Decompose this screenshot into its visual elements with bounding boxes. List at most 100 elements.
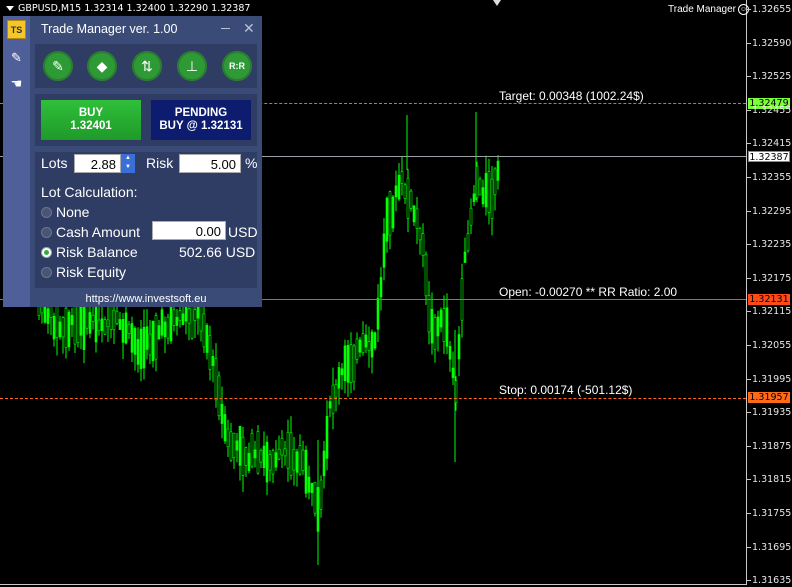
shift-marker-icon[interactable] [493, 0, 501, 6]
price-axis-label: 1.31815 [752, 474, 792, 486]
refresh-icon[interactable]: ⇅ [132, 51, 162, 81]
radio-cash-amount[interactable] [41, 227, 52, 238]
level-icon[interactable]: ⊥ [177, 51, 207, 81]
panel-side-strip: TS ✎ ☚ [3, 16, 30, 307]
candle-body [220, 403, 224, 424]
candle-body [349, 344, 353, 383]
price-axis-label: 1.31935 [752, 407, 792, 419]
candle-body [106, 319, 110, 328]
risk-input[interactable]: 5.00 [179, 154, 241, 173]
dropdown-triangle-icon[interactable] [6, 6, 14, 11]
candle-body [76, 304, 80, 343]
candle-body [385, 197, 389, 242]
candle-body [418, 228, 422, 241]
candle-body [193, 309, 197, 321]
candle-body [115, 310, 119, 324]
candle-body [160, 309, 164, 336]
candle-body [121, 318, 125, 343]
eraser-icon[interactable]: ◆ [87, 51, 117, 81]
candle-body [340, 368, 344, 376]
lots-input[interactable]: 2.88 [74, 154, 121, 173]
candle-body [352, 345, 356, 383]
current-price-tag: 1.32387 [748, 151, 790, 163]
buy-button[interactable]: BUY 1.32401 [41, 100, 141, 140]
candle-body [298, 445, 302, 475]
candle-body [322, 450, 326, 477]
candle-body [232, 432, 236, 458]
pending-buy-button[interactable]: PENDING BUY @ 1.32131 [151, 100, 251, 140]
axis-tick [746, 445, 751, 447]
candle-body [421, 233, 425, 256]
candle-body [154, 315, 158, 360]
candle-body [358, 339, 362, 353]
axis-tick [746, 143, 751, 145]
rr-icon[interactable]: R:R [222, 51, 252, 81]
axis-tick [746, 109, 751, 111]
candle-body [280, 437, 284, 456]
candle-body [379, 277, 383, 298]
candle-body [397, 174, 401, 200]
open-price-tag: 1.32131 [748, 294, 790, 305]
lots-spinner[interactable]: ▲ ▼ [121, 154, 135, 173]
candle-body [88, 312, 92, 334]
close-icon[interactable]: ✕ [243, 21, 255, 35]
candle-body [139, 328, 143, 369]
stop-line[interactable] [0, 398, 746, 399]
trade-row: BUY 1.32401 PENDING BUY @ 1.32131 [35, 94, 257, 146]
price-axis-label: 1.32590 [752, 37, 792, 49]
candle-body [247, 453, 251, 472]
candle-body [307, 476, 311, 493]
candle-body [370, 331, 374, 358]
candle-body [163, 321, 167, 338]
candle-body [70, 314, 74, 326]
radio-none[interactable] [41, 207, 52, 218]
candle-body [427, 295, 431, 333]
candle-body [127, 324, 131, 334]
logo-icon[interactable]: TS [7, 20, 26, 39]
candle-body [82, 306, 86, 351]
expert-advisor-label[interactable]: Trade Manager ☺ [668, 4, 749, 15]
candle-body [301, 449, 305, 471]
candle-body [445, 307, 449, 347]
candle-body [277, 448, 281, 460]
candle-body [295, 451, 299, 473]
candle-body [259, 450, 263, 463]
website-link[interactable]: https://www.investsoft.eu [30, 291, 262, 307]
candle-body [496, 160, 500, 181]
chart-window: GBPUSD,M15 1.32314 1.32400 1.32290 1.323… [0, 0, 792, 587]
option-risk-equity[interactable]: Risk Equity [56, 264, 126, 280]
candle-body [214, 358, 218, 401]
stop-price-tag: 1.31957 [748, 392, 790, 403]
symbol-header: GBPUSD,M15 1.32314 1.32400 1.32290 1.323… [6, 3, 250, 14]
axis-tick [746, 277, 751, 279]
candle-body [238, 425, 242, 466]
lots-label: Lots [41, 155, 68, 171]
candle-body [268, 454, 272, 471]
candle-body [304, 449, 308, 494]
price-axis-label: 1.31995 [752, 373, 792, 385]
radio-risk-balance[interactable] [41, 247, 52, 258]
candle-body [457, 334, 461, 360]
radio-risk-equity[interactable] [41, 267, 52, 278]
candle-body [253, 449, 257, 459]
risk-unit: % [245, 155, 258, 171]
option-risk-balance[interactable]: Risk Balance [56, 244, 138, 260]
option-none[interactable]: None [56, 204, 89, 220]
axis-tick [746, 546, 751, 548]
risk-balance-value: 502.66 USD [179, 244, 256, 260]
candle-body [376, 297, 380, 330]
candle-body [175, 316, 179, 326]
candle-body [157, 325, 161, 340]
candle-body [271, 450, 275, 475]
candle-body [337, 367, 341, 389]
hand-icon[interactable]: ☚ [7, 74, 26, 93]
option-cash-amount[interactable]: Cash Amount [56, 224, 140, 240]
candle-body [58, 321, 62, 338]
pencil-icon[interactable]: ✎ [43, 51, 73, 81]
price-axis-label: 1.32455 [752, 104, 792, 116]
edit-icon[interactable]: ✎ [7, 48, 26, 67]
cash-amount-input[interactable]: 0.00 [152, 221, 226, 240]
panel-titlebar[interactable]: Trade Manager ver. 1.00 ✕ [30, 16, 262, 42]
minimize-button[interactable] [221, 28, 230, 29]
axis-tick [746, 345, 751, 346]
